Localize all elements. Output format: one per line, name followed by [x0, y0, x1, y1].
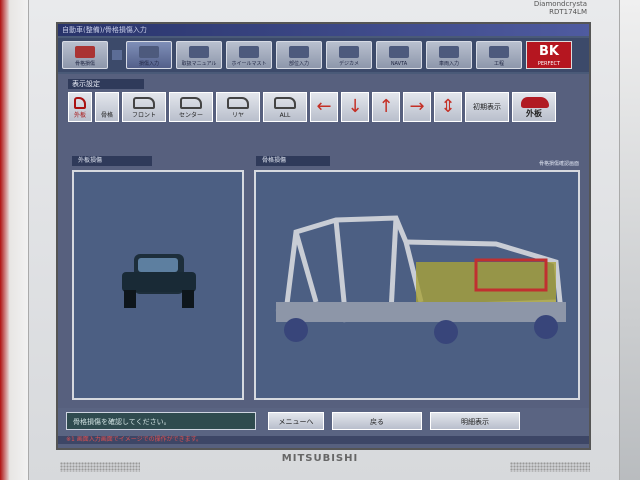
zoom-button[interactable]: ⇕	[434, 92, 462, 122]
camera2-icon	[389, 46, 409, 58]
frame-yellow-section	[416, 262, 556, 302]
outer-car-view[interactable]	[72, 170, 244, 400]
grid-icon	[289, 46, 309, 58]
wheel-icon-front	[284, 318, 308, 342]
toolbar-btn-process[interactable]: 工程	[476, 41, 522, 69]
camera-icon	[339, 46, 359, 58]
view-center-button[interactable]: センター	[169, 92, 213, 122]
status-bar: ※1 画面入力画面でイメージでの操作ができます。	[58, 436, 589, 444]
arrow-up-icon: ↑	[378, 96, 394, 117]
app-title: 自動車(整備)/骨格損傷入力	[58, 24, 589, 36]
monitor-model-label: Diamondcrysta RDT174LM	[533, 0, 587, 16]
car-bumper	[122, 272, 196, 292]
car-wheel-right	[182, 290, 194, 308]
rotate-left-button[interactable]: ←	[310, 92, 338, 122]
view-front-button[interactable]: フロント	[122, 92, 166, 122]
arrow-updown-icon: ⇕	[440, 96, 456, 117]
umbrella-icon	[74, 97, 86, 109]
book-icon	[189, 46, 209, 58]
wheel-icon-mid	[434, 320, 458, 344]
toolbar-btn-wheel[interactable]: ホイールマスト	[226, 41, 272, 69]
view-frame-button[interactable]: 骨格	[95, 92, 119, 122]
menu-button[interactable]: メニューへ	[268, 412, 324, 430]
step-arrow-icon	[112, 50, 122, 60]
frame-damage-label: 骨格損傷	[256, 156, 330, 166]
toolbar-btn-camera[interactable]: デジカメ	[326, 41, 372, 69]
car-red-icon	[75, 46, 95, 58]
monitor-brand: MITSUBISHI	[281, 453, 359, 464]
instruction-message: 骨格損傷を確認してください。	[66, 412, 256, 430]
view-outer-button[interactable]: 外板	[68, 92, 92, 122]
toolbar-btn-frame-damage[interactable]: 骨格損傷	[62, 41, 108, 69]
wheel-icon	[239, 46, 259, 58]
red-car-icon	[521, 97, 549, 108]
rotate-right-button[interactable]: →	[403, 92, 431, 122]
car-front-icon	[122, 254, 196, 308]
frame-car-view[interactable]	[254, 170, 580, 400]
car-wheel-left	[124, 290, 136, 308]
wheel-icon-rear	[534, 315, 558, 339]
arrow-left-icon: ←	[316, 96, 332, 117]
all-car-icon	[274, 97, 296, 109]
toolbar-btn-manual[interactable]: 取扱マニュアル	[176, 41, 222, 69]
outer-damage-label: 外板損傷	[72, 156, 152, 166]
toolbar-btn-navta[interactable]: NAVTA	[376, 41, 422, 69]
toolbar-btn-vehicle[interactable]: 車両入力	[426, 41, 472, 69]
background-right	[618, 0, 640, 480]
front-car-icon	[133, 97, 155, 109]
outer-panel-button[interactable]: 外板	[512, 92, 556, 122]
globe-icon	[139, 46, 159, 58]
view-all-button[interactable]: ALL	[263, 92, 307, 122]
view-controls: 外板 骨格 フロント センター リヤ ALL ← ↓ ↑ → ⇕ 初期表示 外板	[68, 92, 556, 124]
screen: 自動車(整備)/骨格損傷入力 骨格損傷 損傷入力 取扱マニュアル ホイールマスト…	[56, 22, 591, 450]
arrow-right-icon: →	[409, 96, 425, 117]
vehicle-icon	[439, 46, 459, 58]
rotate-up-button[interactable]: ↑	[372, 92, 400, 122]
center-car-icon	[180, 97, 202, 109]
arrow-down-icon: ↓	[347, 96, 363, 117]
frame-note: 骨格損傷確認画面	[538, 161, 579, 167]
view-rear-button[interactable]: リヤ	[216, 92, 260, 122]
car-windshield	[138, 258, 178, 272]
rear-car-icon	[227, 97, 249, 109]
main-toolbar: 骨格損傷 損傷入力 取扱マニュアル ホイールマスト 部位入力 デジカメ NAVT…	[58, 38, 589, 72]
car-frame-icon	[275, 215, 566, 344]
process-icon	[489, 46, 509, 58]
toolbar-btn-part[interactable]: 部位入力	[276, 41, 322, 69]
frame-floor	[276, 302, 566, 322]
detail-button[interactable]: 明細表示	[430, 412, 520, 430]
background-left	[0, 0, 28, 480]
bk-logo-button[interactable]: BK PERFECT	[526, 41, 572, 69]
toolbar-btn-damage-input[interactable]: 損傷入力	[126, 41, 172, 69]
main-panel: 表示設定 外板 骨格 フロント センター リヤ ALL ← ↓ ↑ → ⇕ 初期…	[58, 74, 589, 448]
reset-view-button[interactable]: 初期表示	[465, 92, 509, 122]
back-button[interactable]: 戻る	[332, 412, 422, 430]
settings-label: 表示設定	[68, 79, 144, 89]
rotate-down-button[interactable]: ↓	[341, 92, 369, 122]
